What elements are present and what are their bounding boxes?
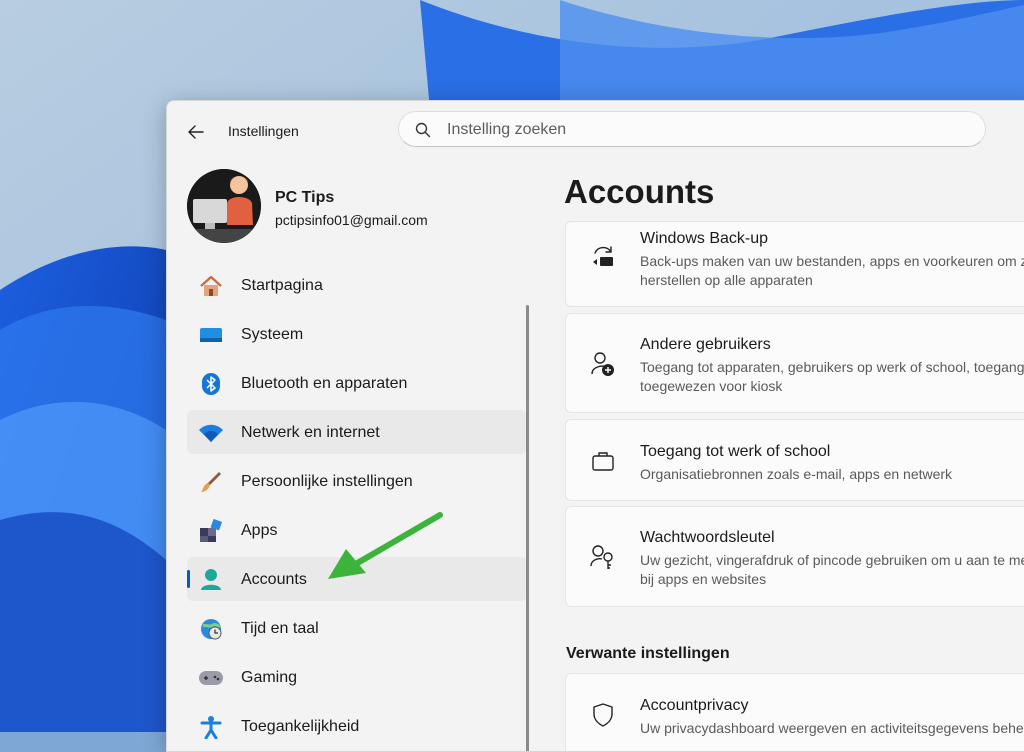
sidebar-item-bluetooth[interactable]: Bluetooth en apparaten: [187, 361, 527, 405]
sidebar-item-gaming[interactable]: Gaming: [187, 655, 527, 699]
active-indicator: [187, 570, 190, 588]
sidebar-item-label: Gaming: [241, 669, 298, 686]
card-description: Organisatiebronnen zoals e-mail, apps en…: [640, 466, 953, 482]
page-title: Accounts: [564, 173, 715, 210]
sidebar-item-label: Bluetooth en apparaten: [241, 375, 408, 392]
card-description: Uw privacydashboard weergeven en activit…: [640, 720, 1024, 736]
back-arrow-icon: [188, 125, 204, 139]
time-language-icon: [198, 616, 224, 642]
sidebar-item-tijd[interactable]: Tijd en taal: [187, 606, 527, 650]
sidebar-item-label: Startpagina: [241, 277, 323, 294]
briefcase-icon: [590, 448, 616, 474]
app-title: Instellingen: [228, 123, 299, 139]
sidebar-item-startpagina[interactable]: Startpagina: [187, 263, 527, 307]
paintbrush-icon: [198, 469, 224, 495]
wifi-icon: [198, 420, 224, 446]
sidebar-item-apps[interactable]: Apps: [187, 508, 527, 552]
search-box[interactable]: [398, 111, 986, 148]
avatar: [187, 169, 261, 243]
section-header-related: Verwante instellingen: [566, 645, 730, 662]
card-title: Wachtwoordsleutel: [640, 529, 775, 546]
sidebar-item-label: Tijd en taal: [241, 620, 319, 637]
add-user-icon: [590, 351, 616, 377]
card-title: Andere gebruikers: [640, 336, 771, 353]
card-description: toegewezen voor kiosk: [640, 378, 783, 394]
search-input[interactable]: [445, 112, 969, 148]
card-werk-of-school[interactable]: Toegang tot werk of school Organisatiebr…: [565, 419, 1024, 501]
title-bar: Instellingen: [167, 101, 1024, 161]
bluetooth-icon: [198, 371, 224, 397]
gamepad-icon: [198, 665, 224, 691]
card-accountprivacy[interactable]: Accountprivacy Uw privacydashboard weerg…: [565, 673, 1024, 751]
backup-sync-icon: [590, 244, 616, 270]
card-description: Toegang tot apparaten, gebruikers op wer…: [640, 359, 1024, 375]
sidebar-nav: Startpagina Systeem Bluetooth en apparat…: [187, 263, 527, 751]
sidebar-item-toegankelijkheid[interactable]: Toegankelijkheid: [187, 704, 527, 748]
sidebar-item-label: Netwerk en internet: [241, 424, 380, 441]
shield-icon: [590, 702, 616, 728]
system-display-icon: [198, 322, 224, 348]
user-profile[interactable]: PC Tips pctipsinfo01@gmail.com: [187, 169, 507, 245]
sidebar-item-netwerk[interactable]: Netwerk en internet: [187, 410, 527, 454]
passkey-icon: [590, 544, 616, 570]
card-andere-gebruikers[interactable]: Andere gebruikers Toegang tot apparaten,…: [565, 313, 1024, 413]
profile-name: PC Tips: [275, 189, 335, 206]
apps-icon: [198, 518, 224, 544]
card-description: Uw gezicht, vingerafdruk of pincode gebr…: [640, 552, 1024, 568]
sidebar-item-label: Toegankelijkheid: [241, 718, 360, 735]
card-description: Back-ups maken van uw bestanden, apps en…: [640, 253, 1024, 269]
back-button[interactable]: [181, 117, 211, 147]
sidebar-item-label: Accounts: [241, 571, 307, 588]
card-description: bij apps en websites: [640, 571, 767, 587]
card-title: Toegang tot werk of school: [640, 443, 831, 460]
sidebar-item-label: Apps: [241, 522, 278, 539]
search-icon: [415, 122, 431, 138]
settings-window: Instellingen PC Tips pctipsinfo01@gmail.…: [166, 100, 1024, 752]
sidebar-item-label: Systeem: [241, 326, 304, 343]
account-person-icon: [198, 567, 224, 593]
sidebar-item-label: Persoonlijke instellingen: [241, 473, 413, 490]
card-description: herstellen op alle apparaten: [640, 272, 813, 288]
card-windows-backup[interactable]: Windows Back-up Back-ups maken van uw be…: [565, 221, 1024, 307]
home-icon: [198, 273, 224, 299]
sidebar-scrollbar[interactable]: [526, 305, 529, 751]
sidebar-item-accounts[interactable]: Accounts: [187, 557, 527, 601]
card-title: Accountprivacy: [640, 697, 749, 714]
sidebar-item-persoonlijk[interactable]: Persoonlijke instellingen: [187, 459, 527, 503]
avatar-illustration-icon: [187, 169, 261, 243]
profile-email: pctipsinfo01@gmail.com: [275, 212, 428, 228]
accessibility-icon: [198, 714, 224, 740]
sidebar-item-systeem[interactable]: Systeem: [187, 312, 527, 356]
card-wachtwoordsleutel[interactable]: Wachtwoordsleutel Uw gezicht, vingerafdr…: [565, 506, 1024, 607]
card-title: Windows Back-up: [640, 230, 769, 247]
